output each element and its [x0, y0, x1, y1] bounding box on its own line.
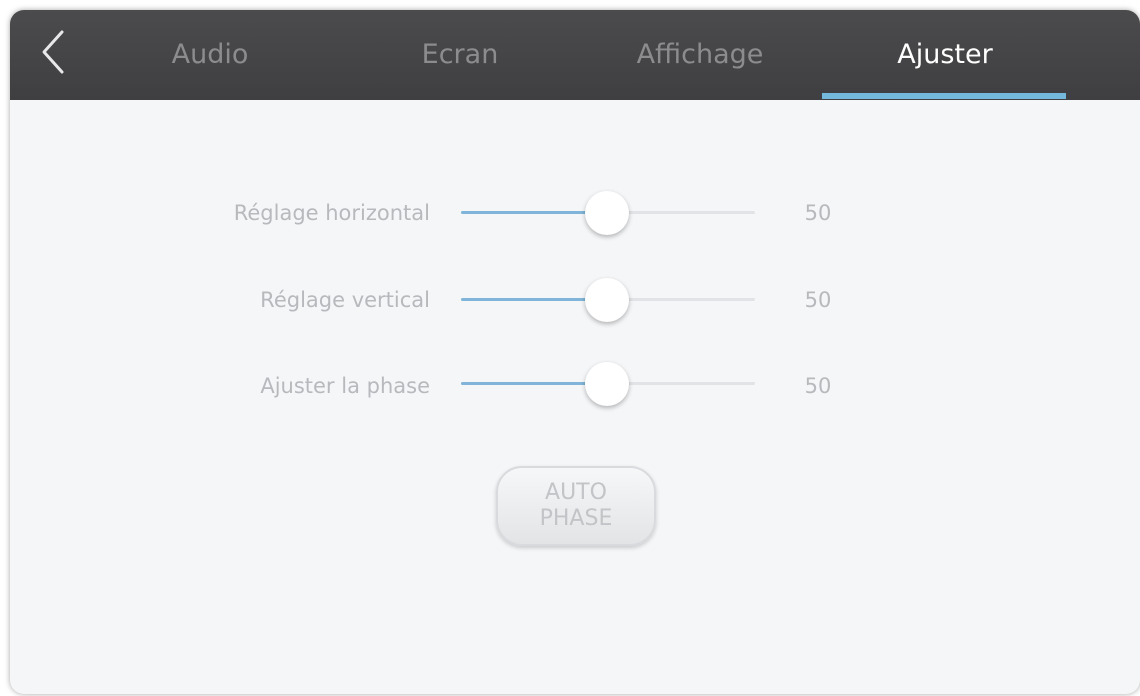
- tab-ajuster[interactable]: Ajuster: [870, 10, 1020, 100]
- auto-phase-label-line2: PHASE: [539, 506, 613, 531]
- phase-adjust-thumb[interactable]: [585, 362, 629, 406]
- vertical-adjust-label: Réglage vertical: [260, 288, 430, 312]
- horizontal-adjust-thumb[interactable]: [585, 191, 629, 235]
- auto-phase-button[interactable]: AUTO PHASE: [496, 466, 656, 546]
- tab-affichage[interactable]: Affichage: [620, 10, 780, 100]
- active-tab-indicator: [822, 93, 1066, 99]
- vertical-adjust-value: 50: [804, 288, 832, 312]
- auto-phase-label-line1: AUTO: [545, 480, 607, 505]
- tab-audio[interactable]: Audio: [150, 10, 270, 100]
- vertical-adjust-thumb[interactable]: [585, 278, 629, 322]
- phase-adjust-label: Ajuster la phase: [260, 374, 430, 398]
- chevron-left-icon: [42, 30, 64, 74]
- settings-panel: Audio Ecran Affichage Ajuster Réglage ho…: [10, 10, 1140, 694]
- tab-bar: Audio Ecran Affichage Ajuster: [10, 10, 1140, 100]
- horizontal-adjust-value: 50: [804, 201, 832, 225]
- tab-ecran[interactable]: Ecran: [400, 10, 520, 100]
- horizontal-adjust-label: Réglage horizontal: [233, 201, 430, 225]
- phase-adjust-value: 50: [804, 374, 832, 398]
- back-button[interactable]: [32, 26, 76, 78]
